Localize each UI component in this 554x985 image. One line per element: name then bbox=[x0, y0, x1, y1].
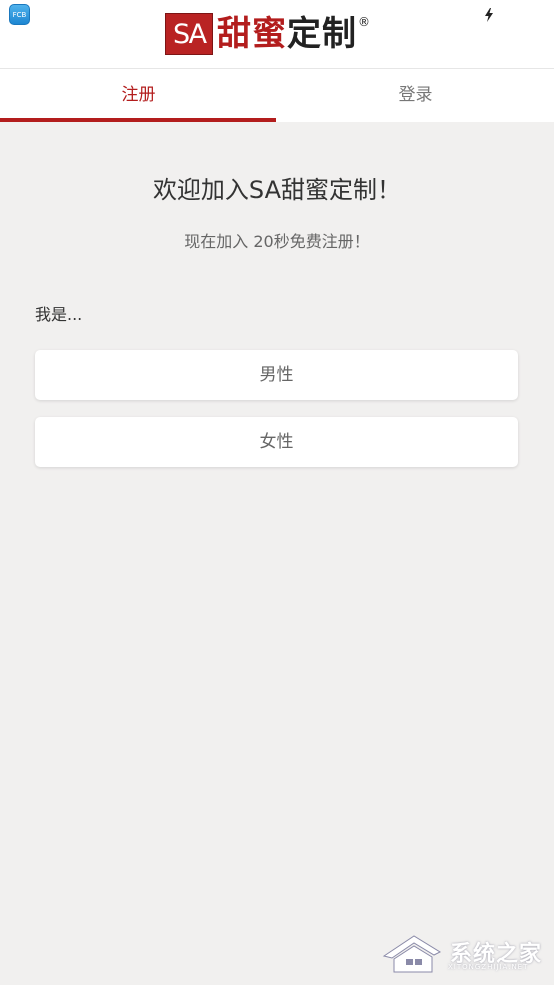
logo-mark: SA bbox=[165, 13, 213, 55]
lightning-bolt-icon bbox=[485, 8, 493, 22]
brand-logo: SA 甜蜜定制 ® bbox=[165, 13, 370, 55]
tab-register[interactable]: 注册 bbox=[0, 69, 277, 122]
auth-tabs: 注册 登录 bbox=[0, 69, 554, 122]
registered-mark: ® bbox=[358, 15, 370, 29]
welcome-subtitle: 现在加入 20秒免费注册！ bbox=[184, 232, 370, 251]
logo-wordmark: 甜蜜定制 bbox=[217, 13, 357, 55]
male-button[interactable]: 男性 bbox=[35, 350, 518, 400]
watermark-url: XITONGZHIJIA.NET bbox=[448, 963, 529, 971]
app-header: SA 甜蜜定制 ® bbox=[0, 0, 554, 69]
welcome-title: 欢迎加入SA甜蜜定制！ bbox=[152, 176, 402, 204]
app-notification-icon: FCB bbox=[9, 4, 30, 25]
logo-dark-text: 定制 bbox=[287, 14, 357, 54]
watermark: 系统之家 XITONGZHIJIA.NET bbox=[380, 928, 550, 978]
house-logo-icon bbox=[382, 935, 442, 973]
logo-red-text: 甜蜜 bbox=[217, 14, 287, 54]
female-button[interactable]: 女性 bbox=[35, 417, 518, 467]
tab-login[interactable]: 登录 bbox=[277, 69, 554, 122]
gender-prompt-label: 我是... bbox=[35, 305, 83, 324]
